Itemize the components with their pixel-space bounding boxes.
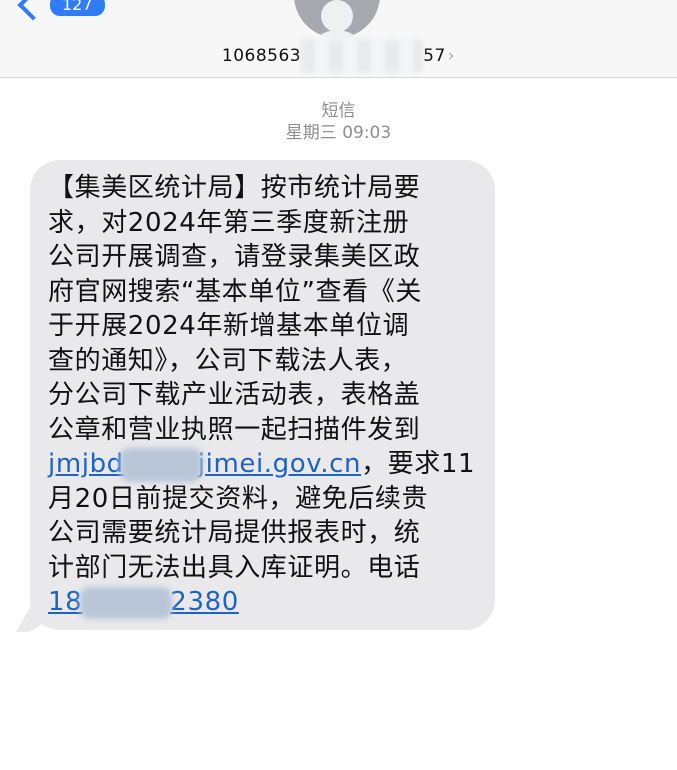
message-line: 公司开展调查，请登录集美区政 xyxy=(48,242,421,272)
person-icon xyxy=(321,0,353,32)
back-button[interactable]: 127 xyxy=(17,0,105,21)
phone-suffix: 2380 xyxy=(170,587,239,617)
redacted-phone xyxy=(80,586,173,619)
message-line: 公章和营业执照一起扫描件发到 xyxy=(48,414,421,445)
conversation-header: 127 1068563 57 › xyxy=(0,0,677,78)
message-line: 月20日前提交资料，避免后续贵 xyxy=(48,483,429,514)
message-line-phone: 18 2380 xyxy=(48,585,488,620)
email-prefix: jmjbd xyxy=(48,449,124,479)
message-thread-screen: 127 1068563 57 › 短信 星期三 09:03 【集美区统计局】按市统计… xyxy=(0,0,677,770)
unread-count-badge: 127 xyxy=(50,0,105,16)
message-timestamp: 星期三 09:03 xyxy=(285,123,392,143)
message-line: 查的通知》，公司下载法人表， xyxy=(48,345,408,376)
message-line: 分公司下载产业活动表，表格盖 xyxy=(48,380,421,410)
message-line: 府官网搜索“基本单位”查看《关 xyxy=(48,276,422,307)
phone-link[interactable]: 18 2380 xyxy=(48,586,239,619)
message-line-email: jmjbd jimei.gov.cn，要求11 xyxy=(48,447,488,482)
email-suffix: jimei.gov.cn xyxy=(197,449,362,479)
message-text: 【集美区统计局】按市统计局要 求，对2024年第三季度新注册 公司开展调查，请登… xyxy=(48,171,488,620)
message-line: 公司需要统计局提供报表时，统 xyxy=(48,518,421,548)
service-label: 短信 xyxy=(321,101,356,121)
message-line: 计部门无法出具入库证明。电话 xyxy=(48,552,421,583)
chevron-right-icon: › xyxy=(447,46,456,66)
message-line: 求，对2024年第三季度新注册 xyxy=(48,207,410,238)
contact-number-suffix: 57 xyxy=(423,46,446,66)
contact-avatar[interactable] xyxy=(294,0,380,38)
contact-number-prefix: 1068563 xyxy=(221,46,302,66)
phone-prefix: 18 xyxy=(48,587,83,617)
email-link[interactable]: jmjbd jimei.gov.cn xyxy=(48,447,362,482)
chevron-left-icon xyxy=(17,0,49,21)
redacted-number xyxy=(301,39,424,73)
message-line: 于开展2024年新增基本单位调 xyxy=(48,311,410,341)
redacted-email xyxy=(119,447,202,482)
message-meta: 短信 星期三 09:03 xyxy=(0,100,677,144)
contact-name-button[interactable]: 1068563 57 › xyxy=(0,39,677,73)
after-email-text: ，要求11 xyxy=(361,449,476,479)
message-line: 【集美区统计局】按市统计局要 xyxy=(48,173,421,203)
